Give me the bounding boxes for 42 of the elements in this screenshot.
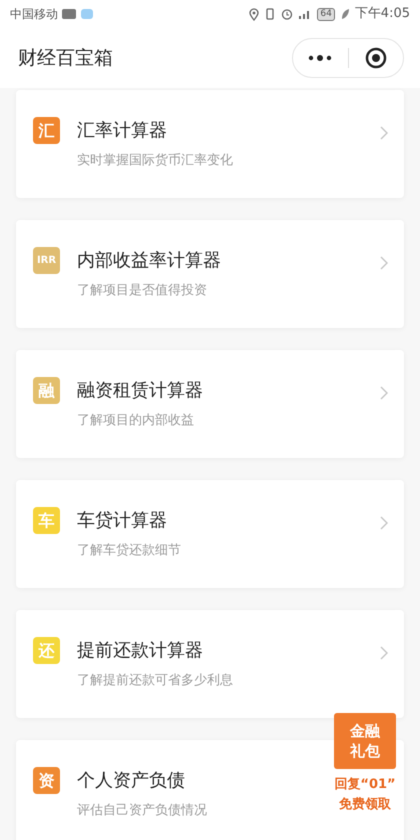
leaf-icon xyxy=(340,8,350,20)
chevron-icon xyxy=(380,386,388,400)
chevron-icon xyxy=(380,646,388,660)
clock-time: 下午4:05 xyxy=(354,5,410,24)
tool-title: 融资租赁计算器 xyxy=(77,379,203,403)
carrier-name: 中国移动 xyxy=(10,6,58,23)
more-icon xyxy=(308,55,332,61)
tool-card[interactable]: 车 车贷计算器 了解车贷还款细节 xyxy=(16,480,404,588)
promo-caption: 回复“01” xyxy=(334,776,396,794)
vibrate-icon xyxy=(264,8,276,20)
page-title: 财经百宝箱 xyxy=(18,46,113,71)
chevron-icon xyxy=(380,516,388,530)
tool-icon: 还 xyxy=(33,637,60,664)
tool-title: 提前还款计算器 xyxy=(77,639,203,663)
battery-indicator: 64 xyxy=(317,8,335,20)
tool-icon: 车 xyxy=(33,507,60,534)
tool-card[interactable]: 汇 汇率计算器 实时掌握国际货币汇率变化 xyxy=(16,90,404,198)
tool-icon: 汇 xyxy=(33,117,60,144)
chevron-icon xyxy=(380,256,388,270)
tool-card[interactable]: IRR 内部收益率计算器 了解项目是否值得投资 xyxy=(16,220,404,328)
tool-title: 汇率计算器 xyxy=(77,119,167,143)
chevron-icon xyxy=(380,126,388,140)
banner-text: 金融 xyxy=(350,721,380,741)
tool-icon: 资 xyxy=(33,767,60,794)
tool-title: 车贷计算器 xyxy=(77,509,167,533)
tool-icon: 融 xyxy=(33,377,60,404)
target-icon xyxy=(364,47,387,69)
location-icon xyxy=(249,8,260,20)
banner-text: 礼包 xyxy=(350,741,380,761)
tool-description: 了解车贷还款细节 xyxy=(77,542,181,560)
tool-description: 评估自己资产负债情况 xyxy=(77,802,207,820)
tool-title: 内部收益率计算器 xyxy=(77,249,221,273)
promo-caption: 免费领取 xyxy=(339,796,391,814)
tool-description: 了解项目的内部收益 xyxy=(77,412,194,430)
tool-description: 实时掌握国际货币汇率变化 xyxy=(77,152,233,170)
tool-description: 了解项目是否值得投资 xyxy=(77,282,207,300)
tool-card[interactable]: 融 融资租赁计算器 了解项目的内部收益 xyxy=(16,350,404,458)
tool-title: 个人资产负债 xyxy=(77,769,185,793)
alarm-icon xyxy=(281,8,294,20)
tool-description: 了解提前还款可省多少利息 xyxy=(77,672,233,690)
tool-card[interactable]: 还 提前还款计算器 了解提前还款可省多少利息 xyxy=(16,610,404,718)
tool-icon: IRR xyxy=(33,247,60,274)
